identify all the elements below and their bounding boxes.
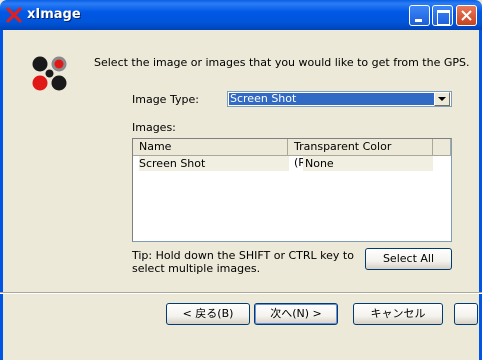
window-frame-left xyxy=(0,30,3,360)
column-header-filler xyxy=(433,139,451,156)
list-item-transparent-color: None xyxy=(303,156,433,171)
tip-text: Tip: Hold down the SHIFT or CTRL key to … xyxy=(132,249,354,275)
maximize-button[interactable] xyxy=(432,5,453,26)
ximage-logo-icon xyxy=(6,7,22,23)
minimize-button[interactable] xyxy=(409,5,430,26)
image-type-select[interactable]: Screen Shot xyxy=(227,91,452,107)
image-type-label: Image Type: xyxy=(132,93,199,106)
image-type-selected-value: Screen Shot xyxy=(229,93,434,105)
column-header-name[interactable]: Name xyxy=(133,139,288,156)
images-list[interactable]: Name Transparent Color (R,G,B) Screen Sh… xyxy=(132,138,452,242)
list-header: Name Transparent Color (R,G,B) xyxy=(133,139,451,169)
cancel-button[interactable]: キャンセル xyxy=(353,303,443,325)
column-header-transparent-color[interactable]: Transparent Color (R,G,B) xyxy=(288,139,433,169)
close-icon xyxy=(461,10,472,21)
list-item[interactable]: Screen Shot None xyxy=(133,156,433,172)
images-label: Images: xyxy=(132,121,176,134)
instruction-text: Select the image or images that you woul… xyxy=(94,56,470,69)
divider xyxy=(0,292,482,294)
window-title: xImage xyxy=(27,7,81,22)
chevron-down-icon[interactable] xyxy=(434,92,450,106)
ximage-logo xyxy=(32,56,67,91)
back-button[interactable]: < 戻る(B) xyxy=(166,303,250,325)
select-all-button[interactable]: Select All xyxy=(365,248,452,270)
title-bar[interactable]: xImage xyxy=(0,0,482,30)
close-button[interactable] xyxy=(456,5,477,26)
help-button[interactable] xyxy=(454,303,478,325)
next-button[interactable]: 次へ(N) > xyxy=(254,303,338,325)
list-item-name: Screen Shot xyxy=(139,156,289,171)
